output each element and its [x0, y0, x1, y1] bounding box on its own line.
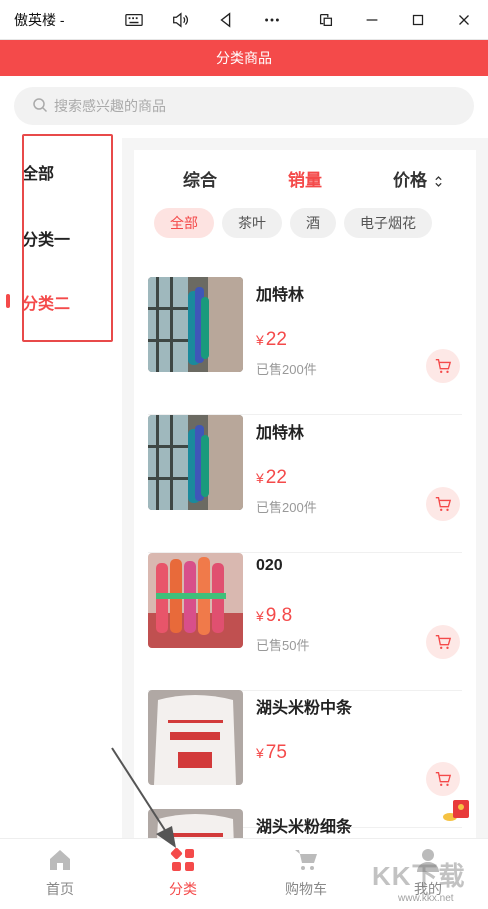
watermark-text: KK下载 [372, 861, 466, 891]
product-sold: 已售200件 [256, 362, 317, 377]
add-to-cart-button[interactable] [426, 625, 460, 659]
cart-icon [435, 772, 452, 787]
product-sold: 已售200件 [256, 500, 317, 515]
currency-symbol: ¥ [256, 608, 264, 624]
cart-icon [435, 359, 452, 374]
currency-symbol: ¥ [256, 332, 264, 348]
cart-icon [435, 497, 452, 512]
product-card[interactable]: 加特林 ¥22 已售200件 [148, 415, 462, 553]
tab-category-label: 分类 [169, 881, 197, 897]
tab-cart-label: 购物车 [285, 881, 327, 897]
app-header: 分类商品 [0, 40, 488, 76]
product-name: 020 [256, 557, 283, 574]
watermark-url: www.kkx.net [398, 893, 454, 904]
product-price-value: 22 [265, 467, 287, 488]
popout-icon[interactable] [312, 8, 340, 32]
product-image [148, 553, 243, 648]
sort-toggle-icon [435, 176, 442, 187]
chip-all[interactable]: 全部 [154, 208, 214, 238]
search-icon [32, 97, 54, 116]
product-image [148, 690, 243, 785]
sort-bar: 综合 销量 价格 [134, 150, 476, 206]
product-panel: 综合 销量 价格 全部 茶叶 酒 电子烟花 加特林 ¥22 已售200件 加特林… [134, 150, 476, 838]
product-card[interactable]: 加特林 ¥22 已售200件 [148, 277, 462, 415]
product-card[interactable]: 湖头米粉细条 [148, 809, 462, 838]
close-icon[interactable] [450, 8, 478, 32]
currency-symbol: ¥ [256, 745, 264, 761]
category-sidebar: 全部 分类一 分类二 [0, 138, 122, 838]
product-price: ¥22 [256, 467, 287, 489]
product-price: ¥22 [256, 329, 287, 351]
add-to-cart-button[interactable] [426, 487, 460, 521]
sidebar-item-all[interactable]: 全部 [22, 160, 54, 184]
tab-home[interactable]: 首页 [20, 847, 100, 899]
keyboard-icon[interactable] [120, 8, 148, 32]
add-to-cart-button[interactable] [426, 762, 460, 796]
add-to-cart-button[interactable] [426, 349, 460, 383]
more-icon[interactable] [258, 8, 286, 32]
currency-symbol: ¥ [256, 470, 264, 486]
chip-liquor[interactable]: 酒 [290, 208, 336, 238]
sidebar-item-category-2[interactable]: 分类二 [22, 290, 70, 314]
red-packet-icon[interactable] [442, 796, 472, 822]
tab-category[interactable]: 分类 [143, 847, 223, 899]
product-price-value: 75 [265, 742, 287, 763]
page-title: 分类商品 [216, 50, 272, 66]
tab-cart[interactable]: 购物车 [266, 847, 346, 899]
product-price: ¥9.8 [256, 605, 292, 627]
product-price-value: 9.8 [265, 605, 293, 626]
cart-icon [295, 850, 317, 870]
back-icon[interactable] [212, 8, 240, 32]
product-image [148, 809, 243, 838]
sidebar-item-category-1[interactable]: 分类一 [22, 226, 70, 250]
window-title: 傲英楼 - [14, 11, 65, 28]
product-image [148, 277, 243, 372]
sort-overall[interactable]: 综合 [183, 166, 217, 191]
product-price-value: 22 [265, 329, 287, 350]
home-icon [50, 850, 70, 870]
product-card[interactable]: 020 ¥9.8 已售50件 [148, 553, 462, 691]
product-image [148, 415, 243, 510]
minimize-icon[interactable] [358, 8, 386, 32]
product-name: 加特林 [256, 425, 305, 442]
product-sold: 已售50件 [256, 638, 310, 653]
chip-e-fireworks[interactable]: 电子烟花 [344, 208, 432, 238]
cart-icon [435, 635, 452, 650]
product-name: 湖头米粉中条 [256, 700, 353, 717]
product-name: 湖头米粉细条 [256, 819, 353, 836]
product-card[interactable]: 湖头米粉中条 ¥75 [148, 690, 462, 828]
product-price: ¥75 [256, 742, 287, 764]
category-icon [170, 847, 194, 871]
sort-sales[interactable]: 销量 [288, 166, 322, 191]
maximize-icon[interactable] [404, 8, 432, 32]
sidebar-active-indicator [6, 294, 10, 308]
filter-chips: 全部 茶叶 酒 电子烟花 [154, 208, 432, 238]
sort-price-label: 价格 [393, 171, 427, 190]
search-input[interactable]: 搜索感兴趣的商品 [14, 87, 474, 125]
chip-tea[interactable]: 茶叶 [222, 208, 282, 238]
tab-home-label: 首页 [46, 881, 74, 897]
sort-price[interactable]: 价格 [393, 166, 443, 191]
search-placeholder: 搜索感兴趣的商品 [54, 98, 166, 114]
search-area: 搜索感兴趣的商品 [0, 76, 488, 138]
volume-icon[interactable] [166, 8, 194, 32]
window-titlebar: 傲英楼 - [0, 0, 488, 40]
product-name: 加特林 [256, 287, 305, 304]
